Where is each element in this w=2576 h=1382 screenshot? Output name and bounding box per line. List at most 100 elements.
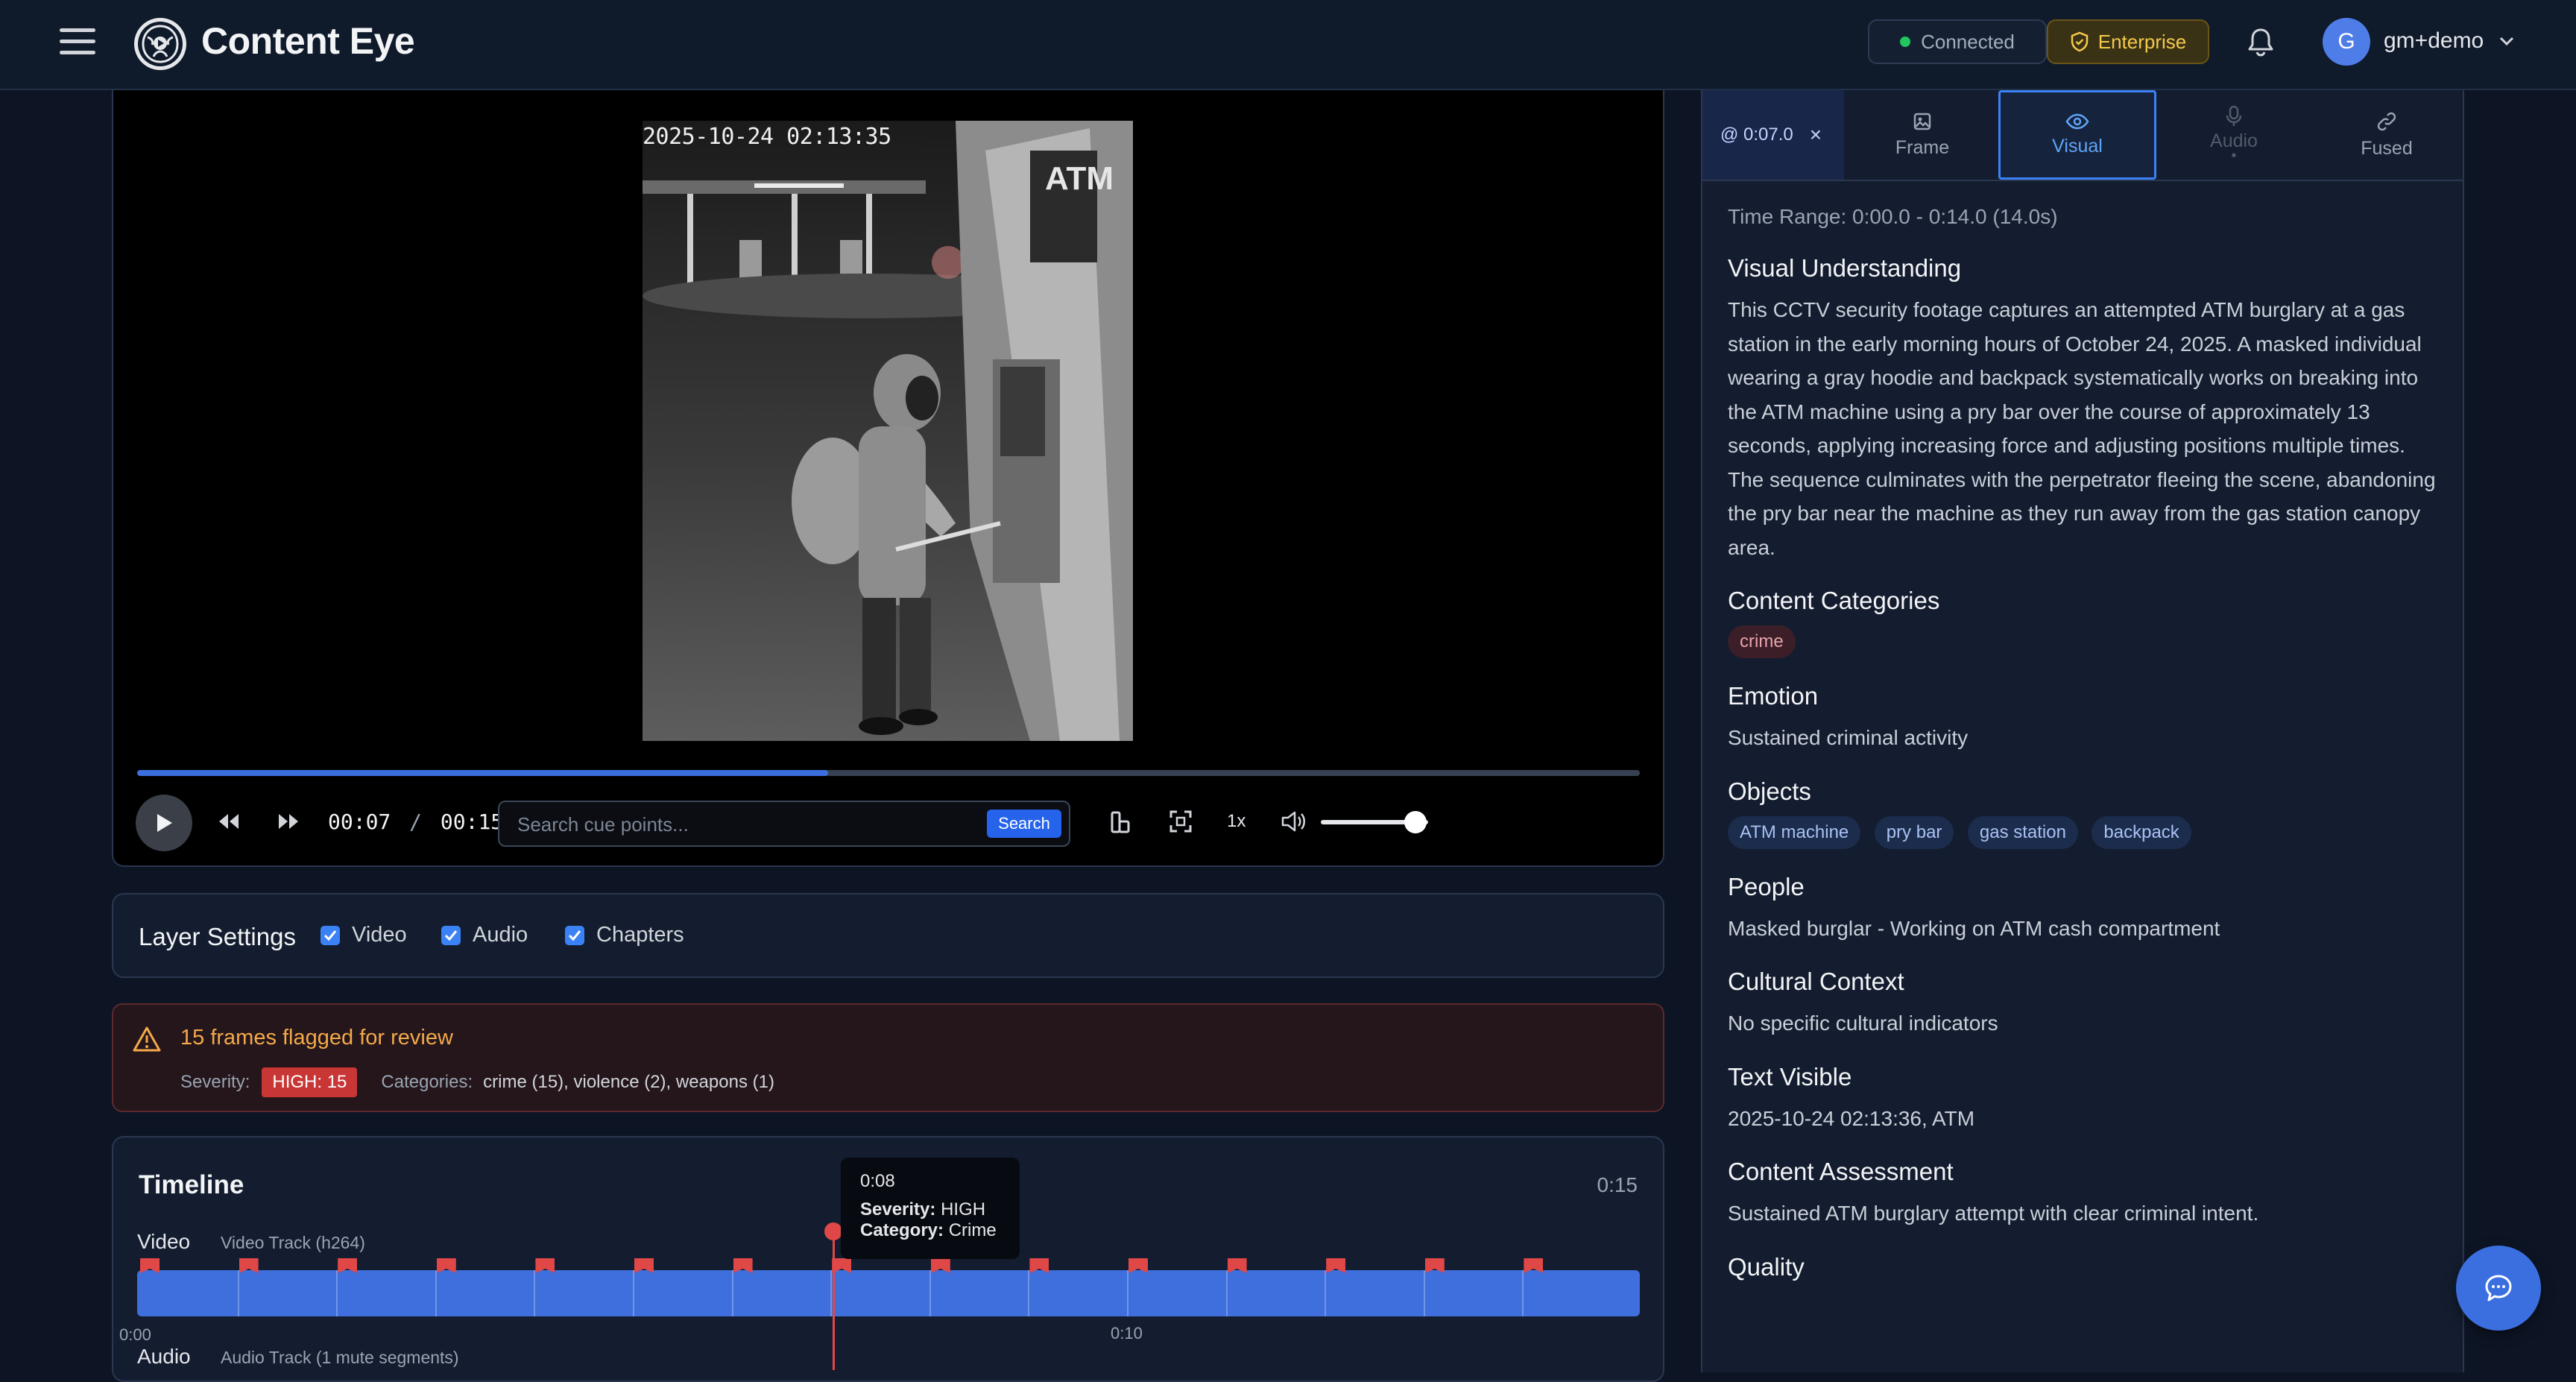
- track-segment-divider: [1225, 1270, 1228, 1316]
- total-duration: 00:15: [440, 810, 504, 834]
- content-assessment-text: Sustained ATM burglary attempt with clea…: [1728, 1202, 2259, 1225]
- link-icon: [2377, 112, 2396, 130]
- severity-badge: HIGH: 15: [262, 1067, 358, 1097]
- object-tag: backpack: [2092, 815, 2191, 849]
- cue-search-input[interactable]: [516, 811, 933, 838]
- timeline-playhead-handle[interactable]: [824, 1222, 842, 1240]
- layer-settings-card: Layer Settings Video Audio Chapters: [112, 893, 1664, 978]
- severity-label: Severity:: [180, 1072, 250, 1092]
- warning-triangle-icon: [133, 1026, 161, 1052]
- time-display: 00:07 / 00:15: [328, 810, 503, 834]
- time-filter-chip[interactable]: @ 0:07.0 ×: [1702, 90, 1844, 180]
- video-progress-fill: [137, 770, 829, 776]
- visual-understanding-text: This CCTV security footage captures an a…: [1728, 298, 2436, 559]
- volume-slider-thumb[interactable]: [1404, 811, 1427, 833]
- fast-forward-icon[interactable]: [277, 813, 300, 830]
- cue-search-box: Search: [498, 801, 1070, 847]
- user-name[interactable]: gm+demo: [2384, 28, 2484, 54]
- notification-bell-icon[interactable]: [2244, 25, 2278, 60]
- video-frame[interactable]: ATM 2025-10-24 02:13:35: [643, 121, 1133, 741]
- tooltip-severity: Severity: HIGH: [860, 1199, 1000, 1220]
- content-assessment-heading: Content Assessment: [1728, 1158, 1954, 1185]
- timeline-playhead[interactable]: [833, 1230, 835, 1370]
- object-tag: gas station: [1967, 815, 2078, 849]
- chat-button[interactable]: [2456, 1246, 2541, 1331]
- flagged-frames-meta: Severity: HIGH: 15 Categories: crime (15…: [180, 1067, 774, 1097]
- chapters-layer-label: Chapters: [596, 923, 684, 947]
- tooltip-category: Category: Crime: [860, 1220, 1000, 1241]
- flagged-frames-alert: 15 frames flagged for review Severity: H…: [112, 1003, 1664, 1112]
- layout-toggle-icon[interactable]: [1109, 810, 1131, 835]
- playback-speed[interactable]: 1x: [1227, 811, 1246, 832]
- video-track-sub: Video Track (h264): [221, 1233, 365, 1252]
- tab-frame[interactable]: Frame: [1846, 90, 1999, 180]
- track-segment-divider: [929, 1270, 931, 1316]
- tab-visual[interactable]: Visual: [1998, 90, 2156, 180]
- eye-icon: [2065, 113, 2089, 129]
- user-avatar[interactable]: G: [2323, 18, 2370, 66]
- close-icon[interactable]: ×: [1810, 123, 1822, 147]
- track-segment-divider: [830, 1270, 833, 1316]
- track-segment-divider: [731, 1270, 733, 1316]
- tooltip-time: 0:08: [860, 1171, 895, 1191]
- checkbox-checked-icon: [321, 925, 340, 945]
- quality-heading: Quality: [1728, 1252, 1805, 1281]
- layer-settings-title: Layer Settings: [139, 923, 296, 950]
- video-track-bar[interactable]: [137, 1270, 1640, 1316]
- track-segment-divider: [336, 1270, 338, 1316]
- content-categories-heading: Content Categories: [1728, 587, 1940, 614]
- chapters-layer-checkbox[interactable]: Chapters: [565, 923, 684, 947]
- time-filter-label: @ 0:07.0: [1720, 124, 1793, 145]
- hamburger-menu-icon[interactable]: [60, 28, 95, 58]
- tooltip-severity-value: HIGH: [941, 1199, 986, 1219]
- tooltip-severity-label: Severity:: [860, 1199, 936, 1219]
- analysis-panel: @ 0:07.0 × Frame Visual Audio • Fused Ti…: [1701, 90, 2464, 1372]
- tab-fused-label: Fused: [2361, 137, 2413, 159]
- flagged-frames-title: 15 frames flagged for review: [180, 1026, 453, 1050]
- image-icon: [1913, 113, 1931, 130]
- video-layer-checkbox[interactable]: Video: [321, 923, 407, 947]
- tab-audio-dot: •: [2231, 148, 2237, 164]
- tooltip-category-label: Category:: [860, 1220, 944, 1240]
- track-segment-divider: [435, 1270, 437, 1316]
- audio-track-label: Audio: [137, 1345, 191, 1368]
- people-heading: People: [1728, 872, 1805, 900]
- search-button[interactable]: Search: [987, 810, 1061, 838]
- track-segment-divider: [1028, 1270, 1030, 1316]
- top-bar: Content Eye Connected Enterprise G gm+de…: [0, 0, 2576, 90]
- volume-icon[interactable]: [1281, 810, 1306, 833]
- tab-audio[interactable]: Audio •: [2157, 90, 2311, 180]
- categories-label: Categories:: [381, 1072, 473, 1092]
- time-range: Time Range: 0:00.0 - 0:14.0 (14.0s): [1728, 205, 2058, 228]
- emotion-heading: Emotion: [1728, 682, 1819, 710]
- track-segment-divider: [1423, 1270, 1425, 1316]
- play-button[interactable]: [136, 795, 192, 851]
- tab-frame-label: Frame: [1895, 136, 1950, 158]
- brain-logo-icon: [134, 18, 186, 70]
- track-segment-divider: [534, 1270, 536, 1316]
- track-segment-divider: [633, 1270, 634, 1316]
- object-tag: pry bar: [1874, 815, 1954, 849]
- cultural-context-heading: Cultural Context: [1728, 968, 1904, 995]
- tab-visual-label: Visual: [2052, 135, 2103, 157]
- analysis-tabs: @ 0:07.0 × Frame Visual Audio • Fused: [1702, 90, 2463, 181]
- connection-label: Connected: [1921, 30, 2015, 53]
- rewind-icon[interactable]: [218, 813, 240, 830]
- time-separator: /: [409, 810, 423, 834]
- enterprise-label: Enterprise: [2097, 30, 2187, 53]
- enterprise-badge[interactable]: Enterprise: [2047, 19, 2209, 64]
- checkbox-checked-icon: [565, 925, 584, 945]
- chevron-down-icon[interactable]: [2496, 30, 2518, 52]
- status-dot-icon: [1900, 37, 1911, 47]
- audio-layer-checkbox[interactable]: Audio: [441, 923, 528, 947]
- video-layer-label: Video: [352, 923, 407, 947]
- objects-list: ATM machine pry bar gas station backpack: [1728, 815, 2443, 849]
- svg-text:ATM: ATM: [1045, 160, 1114, 197]
- timeline-title: Timeline: [139, 1170, 244, 1199]
- tooltip-category-value: Crime: [948, 1220, 997, 1240]
- fullscreen-icon[interactable]: [1169, 810, 1193, 833]
- video-progress-bar[interactable]: [137, 770, 1640, 776]
- tab-fused[interactable]: Fused: [2311, 90, 2463, 180]
- analysis-content: Time Range: 0:00.0 - 0:14.0 (14.0s) Visu…: [1728, 205, 2443, 1292]
- object-tag: ATM machine: [1728, 815, 1861, 849]
